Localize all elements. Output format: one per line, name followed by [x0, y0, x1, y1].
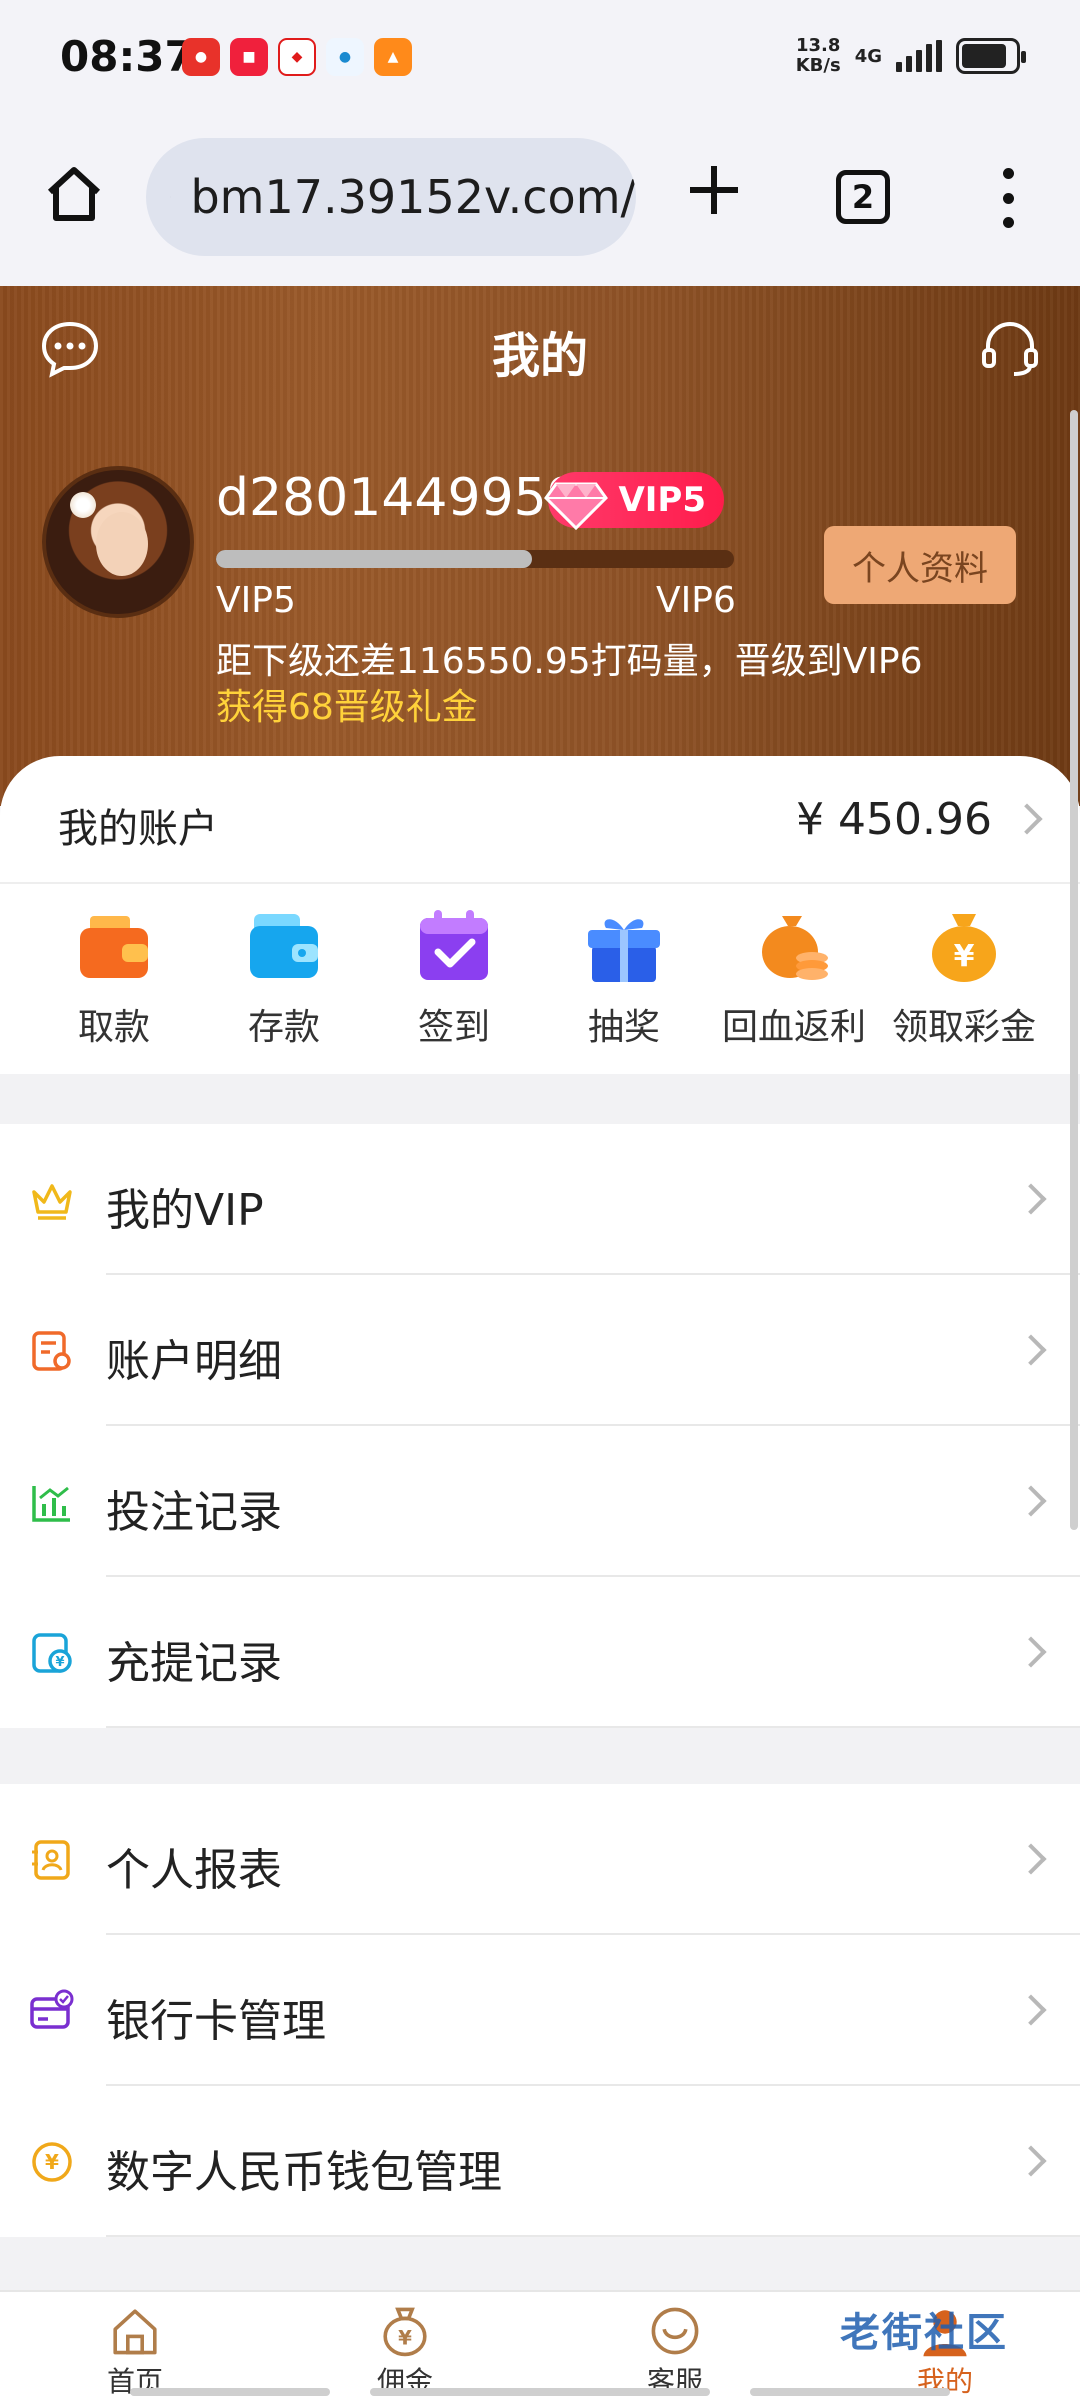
bar-chart-icon — [32, 1486, 70, 1522]
chevron-right-icon — [1015, 1183, 1047, 1215]
chevron-right-icon — [1015, 1636, 1047, 1668]
app-icon-5: ▲ — [374, 38, 412, 76]
report-icon — [32, 1840, 70, 1880]
signal-icon — [896, 40, 942, 72]
menu-bank-card[interactable]: 银行卡管理 — [0, 1935, 1080, 2086]
quick-deposit[interactable]: 存款 — [199, 906, 369, 1056]
svg-text:¥: ¥ — [55, 1655, 64, 1670]
upgrade-gift: 获得68晋级礼金 — [216, 687, 478, 728]
level-current: VIP5 — [216, 580, 296, 621]
status-time: 08:37 — [60, 32, 194, 81]
gesture-bar — [130, 2388, 330, 2396]
browser-toolbar: bm17.39152v.com/ 2 — [0, 118, 1080, 286]
url-text: bm17.39152v.com/ — [190, 170, 636, 224]
account-label: 我的账户 — [58, 806, 218, 852]
network-speed: 13.8 KB/s — [795, 35, 841, 76]
diamond-icon — [544, 482, 608, 531]
chevron-right-icon — [1015, 1843, 1047, 1875]
avatar[interactable] — [42, 466, 194, 618]
quick-bonus[interactable]: ¥ 领取彩金 — [879, 906, 1049, 1056]
scrollbar[interactable] — [1070, 410, 1078, 1530]
gift-box-icon — [588, 919, 660, 982]
bank-card-icon — [30, 1989, 74, 2029]
vip-badge: VIP5 — [544, 472, 724, 531]
battery-icon — [956, 38, 1026, 74]
nav-commission[interactable]: ¥ 佣金 — [270, 2292, 540, 2400]
profile-header: 我的 d2801449959 VIP5 VIP5 VIP6 个人资料 距下级还差… — [0, 286, 1080, 806]
wallet-card-icon — [250, 914, 318, 978]
app-icon-3: ◆ — [278, 38, 316, 76]
tab-switcher-button[interactable]: 2 — [836, 170, 890, 224]
nav-customer-service[interactable]: 客服 — [540, 2292, 810, 2400]
new-tab-plus-icon[interactable] — [682, 158, 746, 222]
menu-deposit-withdraw-records[interactable]: ¥ 充提记录 — [0, 1577, 1080, 1728]
status-right: 13.8 KB/s 4G — [795, 35, 1026, 76]
money-bag-yen-icon: ¥ — [932, 914, 996, 982]
quick-withdraw[interactable]: 取款 — [29, 906, 199, 1056]
page-title: 我的 — [491, 328, 588, 384]
yen-transfer-icon: ¥ — [32, 1633, 72, 1673]
vip-progress-bar — [216, 550, 734, 568]
network-type: 4G — [854, 45, 882, 67]
headset-icon — [651, 2307, 699, 2355]
chevron-right-icon — [1015, 1994, 1047, 2026]
wallet-icon — [80, 916, 148, 978]
chevron-right-icon — [1011, 803, 1043, 835]
svg-text:¥: ¥ — [45, 2150, 59, 2174]
chevron-right-icon — [1015, 1334, 1047, 1366]
digital-yuan-icon: ¥ — [32, 2142, 72, 2182]
notification-icons: ● ■ ◆ ● ▲ — [182, 38, 412, 76]
svg-text:¥: ¥ — [954, 939, 975, 974]
watermark-logo: 老街社区 — [840, 2310, 1008, 2356]
more-menu-icon[interactable] — [984, 168, 1032, 228]
chevron-right-icon — [1015, 1485, 1047, 1517]
upgrade-hint: 距下级还差116550.95打码量，晋级到VIP6 — [216, 641, 923, 682]
status-bar: 08:37 ● ■ ◆ ● ▲ 13.8 KB/s 4G — [0, 0, 1080, 118]
quick-checkin[interactable]: 签到 — [369, 906, 539, 1056]
browser-home-button[interactable] — [38, 158, 110, 230]
app-icon-4: ● — [326, 38, 364, 76]
profile-button[interactable]: 个人资料 — [824, 526, 1016, 604]
address-bar[interactable]: bm17.39152v.com/ — [146, 138, 636, 256]
menu-personal-report[interactable]: 个人报表 — [0, 1784, 1080, 1935]
commission-bag-icon: ¥ — [383, 2307, 427, 2357]
chevron-right-icon — [1015, 2145, 1047, 2177]
document-list-icon — [32, 1331, 71, 1371]
menu-group-1: 我的VIP 账户明细 投注记录 ¥ 充提记录 — [0, 1124, 1080, 1728]
account-card: 我的账户 ¥ 450.96 取款 存款 签到 抽奖 回血返利 ¥ 领取彩金 — [0, 756, 1080, 1074]
my-account-row[interactable]: 我的账户 ¥ 450.96 — [0, 756, 1080, 884]
quick-rebate[interactable]: 回血返利 — [709, 906, 879, 1056]
menu-digital-yuan-wallet[interactable]: ¥ 数字人民币钱包管理 — [0, 2086, 1080, 2237]
home-icon — [47, 167, 101, 221]
money-bag-coins-icon — [762, 916, 828, 980]
menu-my-vip[interactable]: 我的VIP — [0, 1124, 1080, 1275]
svg-text:¥: ¥ — [398, 2327, 412, 2350]
menu-group-2: 个人报表 银行卡管理 ¥ 数字人民币钱包管理 — [0, 1784, 1080, 2237]
nav-home[interactable]: 首页 — [0, 2292, 270, 2400]
crown-icon — [32, 1184, 72, 1220]
customer-service-headset-icon[interactable] — [978, 316, 1042, 380]
quick-actions: 取款 存款 签到 抽奖 回血返利 ¥ 领取彩金 — [0, 906, 1080, 1056]
calendar-check-icon — [420, 910, 488, 980]
app-icon-2: ■ — [230, 38, 268, 76]
gesture-bar — [370, 2388, 710, 2396]
home-icon — [113, 2309, 157, 2355]
menu-account-detail[interactable]: 账户明细 — [0, 1275, 1080, 1426]
quick-lottery[interactable]: 抽奖 — [539, 906, 709, 1056]
username: d2801449959 — [216, 468, 580, 528]
level-next: VIP6 — [656, 580, 736, 621]
menu-bet-records[interactable]: 投注记录 — [0, 1426, 1080, 1577]
gesture-bar — [750, 2388, 950, 2396]
account-balance: ¥ 450.96 — [796, 794, 992, 845]
app-icon-1: ● — [182, 38, 220, 76]
